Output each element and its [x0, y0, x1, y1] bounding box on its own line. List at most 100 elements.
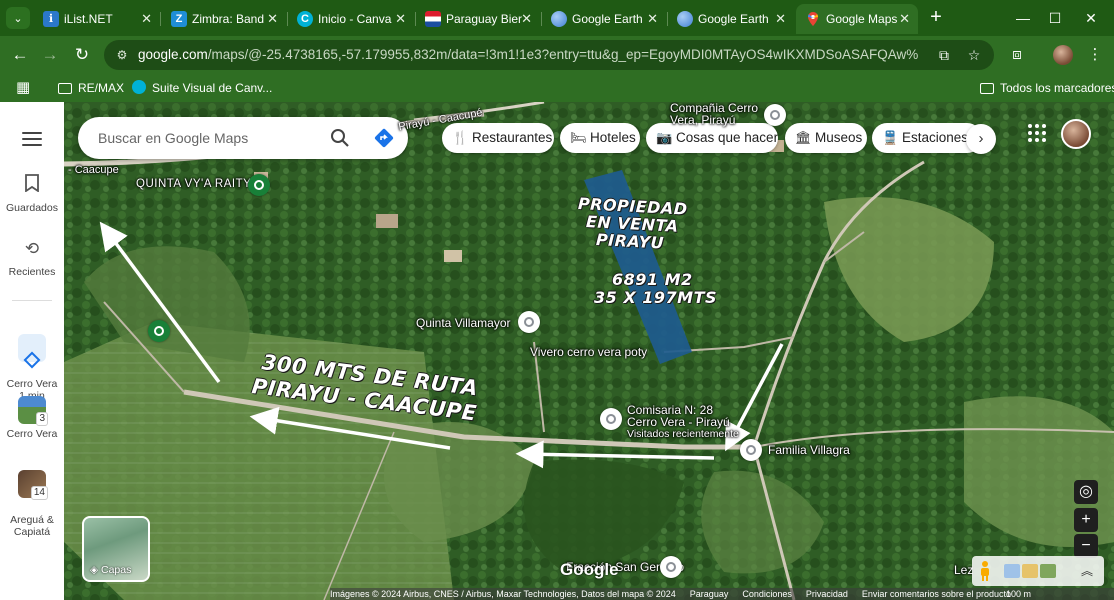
tab-remax[interactable]: Paraguay Bier ✕ — [416, 4, 540, 34]
my-location-icon[interactable]: ◎ — [1074, 480, 1098, 504]
annotation-dims: 35 X 197MTS — [594, 288, 717, 307]
close-icon[interactable]: ✕ — [395, 4, 406, 34]
place-pin[interactable] — [518, 311, 540, 333]
recents-button[interactable]: ⟲ Recientes — [0, 238, 64, 278]
label-comisaria[interactable]: Comisaria N: 28 Cerro Vera - Pirayú — [627, 404, 730, 428]
place-pin[interactable] — [660, 556, 682, 578]
directions-icon[interactable] — [372, 126, 396, 150]
all-bookmarks[interactable]: Todos los marcadores — [980, 74, 1114, 102]
tab-google-earth-2[interactable]: Google Earth ✕ — [668, 4, 794, 34]
tab-title: Inicio - Canva — [318, 12, 392, 26]
close-icon[interactable]: ✕ — [899, 4, 910, 34]
country-link[interactable]: Paraguay — [690, 588, 729, 600]
close-icon[interactable]: ✕ — [775, 4, 786, 34]
imagery-credit: Imágenes © 2024 Airbus, CNES / Airbus, M… — [330, 589, 676, 599]
terms-link[interactable]: Condiciones — [742, 588, 792, 600]
maps-icon — [805, 11, 821, 27]
tab-search-button[interactable]: ⌄ — [6, 7, 30, 29]
camera-icon: 📷 — [656, 130, 673, 145]
layers-button[interactable]: ◈ Capas — [82, 516, 150, 582]
ilist-icon: ℹ — [43, 11, 59, 27]
label-lez[interactable]: Lez — [954, 563, 973, 577]
label-quinta-villamayor[interactable]: Quinta Villamayor — [416, 316, 511, 330]
canva-icon: C — [297, 11, 313, 27]
label-quinta-vya[interactable]: QUINTA VY'A RAITY — [136, 178, 251, 190]
close-icon[interactable]: ✕ — [141, 4, 152, 34]
label-vivero[interactable]: Vivero cerro vera poty — [530, 345, 647, 359]
saved-button[interactable]: Guardados — [0, 174, 64, 214]
tab-title: iList.NET — [64, 12, 113, 26]
tab-title: Paraguay Bier — [446, 12, 523, 26]
recent-thumbnail: 3 — [18, 396, 48, 426]
park-pin[interactable] — [148, 320, 170, 342]
scale-bar[interactable]: 100 m — [1006, 588, 1031, 600]
reload-button[interactable]: ↻ — [70, 43, 94, 67]
minimize-button[interactable]: — — [1008, 6, 1038, 30]
label-familia-villagra[interactable]: Familia Villagra — [768, 443, 850, 457]
museum-icon: 🏛 — [795, 130, 812, 145]
expand-icon[interactable]: ︽ — [1076, 560, 1098, 582]
google-apps-icon[interactable] — [1026, 122, 1048, 144]
search-input[interactable] — [98, 127, 328, 149]
tab-google-earth-1[interactable]: Google Earth ✕ — [542, 4, 666, 34]
recent-item-cerro-vera-1min[interactable]: Cerro Vera 1 min — [0, 322, 64, 402]
browser-toolbar: ← → ↻ ⚙ google.com/maps/@-25.4738165,-57… — [0, 36, 1114, 74]
close-icon[interactable]: ✕ — [267, 4, 278, 34]
menu-icon[interactable] — [20, 128, 44, 148]
install-app-icon[interactable]: ⧉ — [934, 45, 954, 65]
profile-avatar[interactable] — [1053, 45, 1073, 65]
privacy-link[interactable]: Privacidad — [806, 588, 848, 600]
label-compania[interactable]: Compañia Cerro Vera, Pirayú — [670, 102, 758, 126]
layers-label: ◈ Capas — [90, 564, 132, 576]
new-tab-button[interactable]: + — [924, 6, 948, 30]
pegman-icon[interactable] — [978, 560, 992, 582]
close-icon[interactable]: ✕ — [647, 4, 658, 34]
forward-button[interactable]: → — [38, 43, 62, 67]
url-text[interactable]: google.com/maps/@-25.4738165,-57.179955,… — [138, 40, 918, 70]
address-bar[interactable]: ⚙ google.com/maps/@-25.4738165,-57.17995… — [104, 40, 994, 70]
bookmark-canva[interactable]: Suite Visual de Canv... — [132, 74, 272, 102]
close-icon[interactable]: ✕ — [521, 4, 532, 34]
close-window-button[interactable]: ✕ — [1076, 6, 1106, 30]
maximize-button[interactable]: ☐ — [1040, 6, 1070, 30]
tab-canva[interactable]: C Inicio - Canva ✕ — [288, 4, 414, 34]
chip-restaurants[interactable]: 🍴 Restaurantes — [442, 123, 554, 153]
tab-title: Google Earth — [572, 12, 643, 26]
tab-bar: ⌄ ℹ iList.NET ✕ Z Zimbra: Band ✕ C Inici… — [0, 0, 1114, 36]
train-icon: 🚆 — [882, 130, 899, 145]
zoom-in-button[interactable]: + — [1074, 508, 1098, 532]
chip-things-to-do[interactable]: 📷 Cosas que hacer — [646, 123, 778, 153]
chip-museums[interactable]: 🏛 Museos — [785, 123, 867, 153]
extensions-icon[interactable]: ⧈ — [1006, 44, 1028, 66]
directions-icon — [18, 334, 46, 369]
recent-item-cerro-vera[interactable]: 3 Cerro Vera — [0, 396, 64, 440]
chip-hotels[interactable]: 🛏 Hoteles — [560, 123, 640, 153]
chip-next-button[interactable]: › — [966, 124, 996, 154]
map-type-thumbnails[interactable] — [1004, 564, 1056, 578]
place-pin[interactable] — [764, 104, 786, 126]
annotation-pirayu: PIRAYU — [595, 230, 665, 253]
zoom-out-button[interactable]: − — [1074, 534, 1098, 558]
label-visited-recently: Visitados recientemente — [627, 428, 739, 440]
tab-title: Zimbra: Band — [192, 12, 265, 26]
search-icon[interactable] — [328, 126, 352, 150]
bookmark-remax[interactable]: RE/MAX — [58, 74, 124, 102]
browser-menu-icon[interactable]: ⋮ — [1084, 44, 1106, 66]
tab-ilist[interactable]: ℹ iList.NET ✕ — [34, 4, 160, 34]
park-pin[interactable] — [248, 174, 270, 196]
maps-sidebar: Guardados ⟲ Recientes Cerro Vera 1 min 3… — [0, 102, 64, 600]
bookmark-star-icon[interactable]: ☆ — [964, 45, 984, 65]
search-box — [78, 117, 408, 159]
tab-zimbra[interactable]: Z Zimbra: Band ✕ — [162, 4, 286, 34]
remax-icon — [425, 11, 441, 27]
feedback-link[interactable]: Enviar comentarios sobre el producto — [862, 588, 1011, 600]
police-pin[interactable] — [600, 408, 622, 430]
place-pin[interactable] — [740, 439, 762, 461]
site-info-icon[interactable]: ⚙ — [114, 47, 130, 63]
bottom-controls: ︽ — [972, 556, 1104, 586]
recent-item-aregua[interactable]: 14 Areguá & Capiatá — [0, 458, 64, 538]
back-button[interactable]: ← — [8, 43, 32, 67]
apps-grid-icon[interactable]: ▦ — [16, 74, 30, 102]
tab-google-maps[interactable]: Google Maps ✕ — [796, 4, 918, 34]
account-avatar[interactable] — [1061, 119, 1091, 149]
